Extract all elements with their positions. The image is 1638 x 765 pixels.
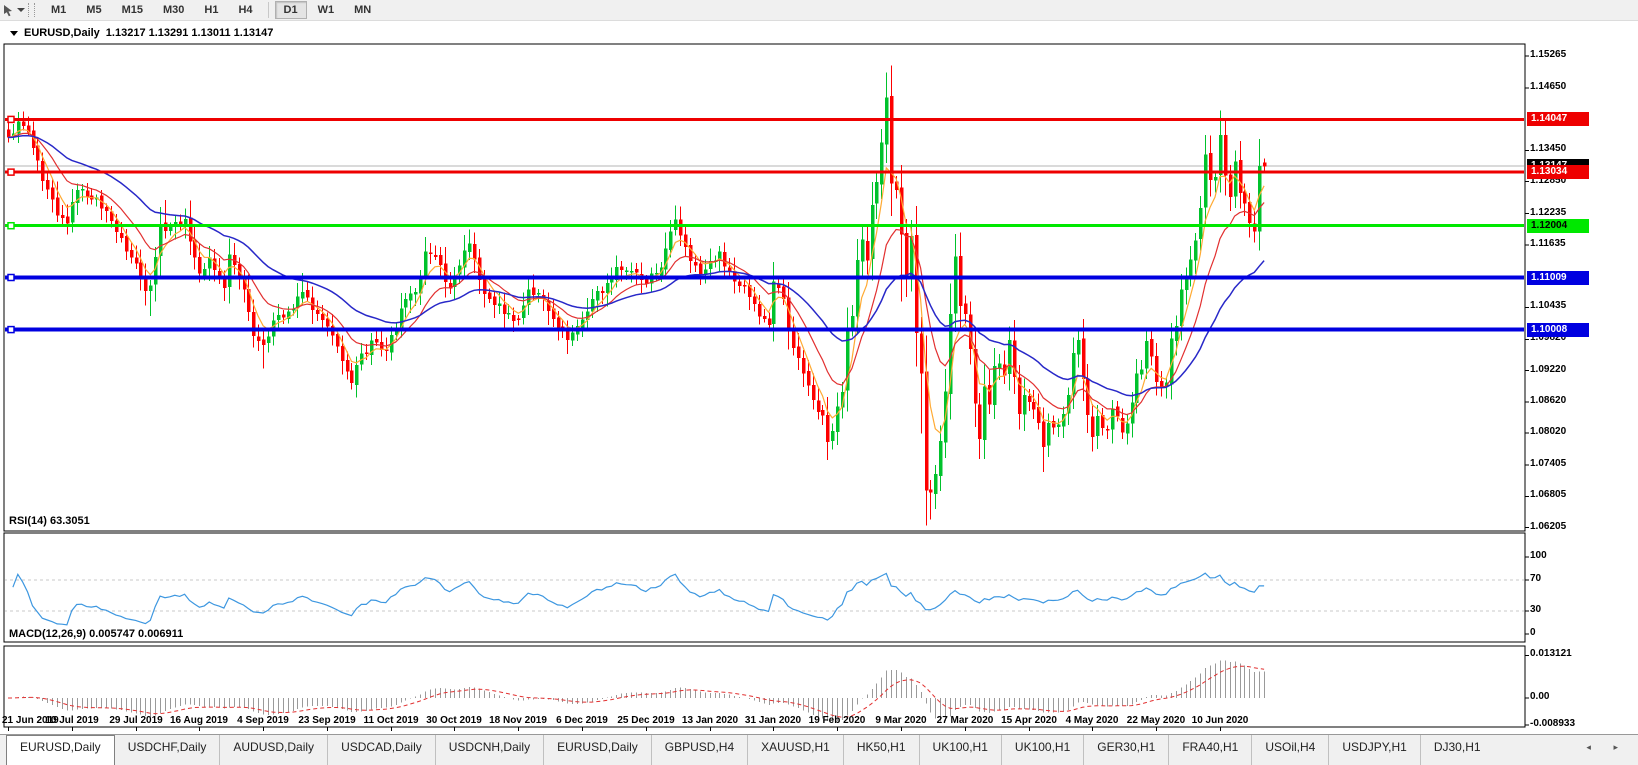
timeframe-buttons: M1M5M15M30H1H4 D1W1MN — [41, 1, 381, 19]
timeframe-button-H4[interactable]: H4 — [229, 1, 261, 19]
toolbar-separator — [268, 2, 269, 18]
timeframe-button-D1[interactable]: D1 — [275, 1, 307, 19]
chart-tab-usdcad-daily[interactable]: USDCAD,Daily — [327, 735, 435, 765]
dropdown-caret-icon — [17, 8, 25, 12]
line-drag-handle[interactable] — [8, 275, 14, 281]
chart-tool-icon[interactable] — [0, 1, 26, 19]
toolbar: M1M5M15M30H1H4 D1W1MN — [0, 0, 1638, 21]
tab-scroll-right-icon[interactable]: ▸ — [1613, 742, 1628, 752]
chart-tab-usdchf-daily[interactable]: USDCHF,Daily — [115, 735, 220, 765]
line-drag-handle[interactable] — [8, 169, 14, 175]
chart-tab-gbpusd-h4[interactable]: GBPUSD,H4 — [651, 735, 747, 765]
timeframe-button-M30[interactable]: M30 — [154, 1, 193, 19]
chart-tab-fra40-h1[interactable]: FRA40,H1 — [1168, 735, 1251, 765]
toolbar-grip[interactable] — [28, 3, 35, 17]
chart-tab-usdjpy-h1[interactable]: USDJPY,H1 — [1328, 735, 1419, 765]
timeframe-button-W1[interactable]: W1 — [309, 1, 344, 19]
main-panel-frame — [4, 44, 1525, 531]
line-drag-handle[interactable] — [8, 327, 14, 333]
cursor-icon — [2, 4, 15, 17]
chart-tab-usoil-h4[interactable]: USOil,H4 — [1251, 735, 1328, 765]
price-chart-canvas[interactable] — [0, 21, 1638, 733]
chart-tab-uk100-h1[interactable]: UK100,H1 — [1001, 735, 1083, 765]
rsi-panel-frame — [4, 533, 1525, 642]
chart-tab-usdcnh-daily[interactable]: USDCNH,Daily — [435, 735, 543, 765]
line-drag-handle[interactable] — [8, 116, 14, 122]
chart-tab-eurusd-daily[interactable]: EURUSD,Daily — [543, 735, 651, 765]
timeframe-button-M5[interactable]: M5 — [77, 1, 110, 19]
chart-tab-ger30-h1[interactable]: GER30,H1 — [1083, 735, 1168, 765]
tab-scroll-left-icon[interactable]: ◂ — [1586, 742, 1601, 752]
timeframe-button-M15[interactable]: M15 — [113, 1, 152, 19]
timeframe-button-M1[interactable]: M1 — [42, 1, 75, 19]
chart-tab-audusd-daily[interactable]: AUDUSD,Daily — [219, 735, 327, 765]
chart-window[interactable]: EURUSD,Daily 1.13217 1.13291 1.13011 1.1… — [0, 21, 1638, 733]
chart-tab-uk100-h1[interactable]: UK100,H1 — [919, 735, 1001, 765]
chart-tab-dj30-h1[interactable]: DJ30,H1 — [1420, 735, 1494, 765]
chart-tab-xauusd-h1[interactable]: XAUUSD,H1 — [747, 735, 843, 765]
timeframe-button-MN[interactable]: MN — [345, 1, 380, 19]
tab-scroll-arrows: ◂ ▸ — [1586, 742, 1628, 753]
timeframe-button-H1[interactable]: H1 — [195, 1, 227, 19]
line-drag-handle[interactable] — [8, 223, 14, 229]
chart-tab-hk50-h1[interactable]: HK50,H1 — [843, 735, 919, 765]
chart-tab-eurusd-daily[interactable]: EURUSD,Daily — [6, 735, 115, 765]
macd-panel-frame — [4, 646, 1525, 727]
chart-tab-bar: EURUSD,DailyUSDCHF,DailyAUDUSD,DailyUSDC… — [0, 734, 1638, 765]
